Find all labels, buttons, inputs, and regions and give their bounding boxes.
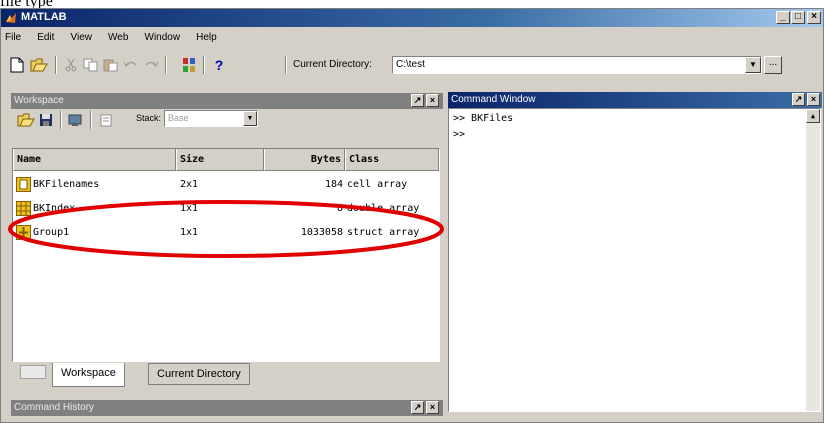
menu-file[interactable]: File xyxy=(3,31,23,44)
close-button[interactable]: × xyxy=(807,11,821,24)
paste-icon[interactable] xyxy=(101,55,121,75)
chevron-down-icon[interactable]: ▼ xyxy=(745,57,761,73)
variable-bytes: 184 xyxy=(324,179,343,190)
chevron-down-icon[interactable]: ▼ xyxy=(243,111,257,126)
current-directory-label: Current Directory: xyxy=(293,59,372,70)
command-line: >> BKFiles xyxy=(453,113,514,124)
menu-web[interactable]: Web xyxy=(106,31,130,44)
help-icon[interactable]: ? xyxy=(209,55,229,75)
maximize-button[interactable]: □ xyxy=(791,11,805,24)
command-prompt: >> xyxy=(453,129,466,140)
minimize-button[interactable]: _ xyxy=(776,11,790,24)
cut-icon[interactable] xyxy=(61,55,81,75)
workspace-pane-title[interactable]: Workspace ↗ × xyxy=(11,93,443,109)
command-window-scrollbar[interactable]: ▲ xyxy=(806,109,820,411)
variable-class: cell array xyxy=(347,179,408,190)
command-history-pane-title[interactable]: Command History ↗ × xyxy=(11,400,443,416)
table-row[interactable]: Group1 1x1 1033058 struct array xyxy=(13,221,439,245)
tab-current-directory[interactable]: Current Directory xyxy=(148,363,250,385)
menu-bar: File Edit View Web Window Help xyxy=(3,31,228,47)
undock-icon[interactable]: ↗ xyxy=(792,93,805,106)
tab-workspace[interactable]: Workspace xyxy=(52,363,125,387)
close-pane-icon[interactable]: × xyxy=(426,94,439,107)
cell-array-icon xyxy=(16,176,31,192)
title-bar[interactable]: MATLAB _ □ × xyxy=(1,9,823,27)
command-history-title-text: Command History xyxy=(14,402,95,413)
new-file-icon[interactable] xyxy=(7,55,27,75)
table-row[interactable]: BKFilenames 2x1 184 cell array xyxy=(13,173,439,197)
column-header-bytes[interactable]: Bytes xyxy=(264,149,345,171)
open-folder-icon[interactable] xyxy=(16,110,36,130)
stack-combo[interactable]: Base ▼ xyxy=(164,110,258,127)
variable-name: BKFilenames xyxy=(33,179,100,190)
copy-icon[interactable] xyxy=(81,55,101,75)
variable-class: double array xyxy=(347,203,420,214)
close-pane-icon[interactable]: × xyxy=(426,401,439,414)
menu-edit[interactable]: Edit xyxy=(35,31,56,44)
variable-size: 2x1 xyxy=(180,179,199,190)
browse-directory-button[interactable]: ... xyxy=(764,56,782,74)
main-toolbar: ? Current Directory: C:\test ▼ ... xyxy=(1,51,823,79)
matlab-logo-icon xyxy=(6,13,16,23)
variable-bytes: 8 xyxy=(336,203,343,214)
table-row[interactable]: BKIndex 1x1 8 double array xyxy=(13,197,439,221)
column-header-name[interactable]: Name xyxy=(13,149,176,171)
variable-size: 1x1 xyxy=(180,203,199,214)
table-header: Name Size Bytes Class xyxy=(13,149,439,171)
workspace-title-text: Workspace xyxy=(14,95,64,106)
column-header-class[interactable]: Class xyxy=(345,149,439,171)
tab-scroll-arrows[interactable] xyxy=(20,365,46,379)
command-window-pane-title[interactable]: Command Window ↗ × xyxy=(448,92,822,108)
undo-icon[interactable] xyxy=(121,55,141,75)
matrix-icon xyxy=(16,200,31,216)
command-window[interactable]: >> BKFiles >> ▲ xyxy=(448,108,821,412)
command-window-title-text: Command Window xyxy=(451,94,536,105)
menu-view[interactable]: View xyxy=(68,31,94,44)
undock-icon[interactable]: ↗ xyxy=(411,94,424,107)
redo-icon[interactable] xyxy=(141,55,161,75)
current-directory-value: C:\test xyxy=(396,59,425,70)
workspace-tabs: Workspace Current Directory xyxy=(12,363,440,389)
simulink-icon[interactable] xyxy=(179,55,199,75)
stack-label: Stack: xyxy=(136,113,162,123)
import-data-icon[interactable] xyxy=(66,110,86,130)
save-icon[interactable] xyxy=(36,110,56,130)
undock-icon[interactable]: ↗ xyxy=(411,401,424,414)
variable-name: Group1 xyxy=(33,227,70,238)
scroll-up-icon[interactable]: ▲ xyxy=(806,109,820,123)
variable-class: struct array xyxy=(347,227,420,238)
menu-help[interactable]: Help xyxy=(194,31,219,44)
open-folder-icon[interactable] xyxy=(29,55,49,75)
struct-icon xyxy=(16,224,31,240)
close-pane-icon[interactable]: × xyxy=(807,93,820,106)
variable-size: 1x1 xyxy=(180,227,199,238)
stack-value: Base xyxy=(168,113,189,123)
column-header-size[interactable]: Size xyxy=(176,149,264,171)
variable-name: BKIndex xyxy=(33,203,76,214)
caption-text: file type xyxy=(0,0,53,10)
variable-bytes: 1033058 xyxy=(300,227,343,238)
workspace-table: Name Size Bytes Class BKFilenames 2x1 18… xyxy=(12,148,440,362)
window-title: MATLAB xyxy=(21,11,67,23)
delete-variable-icon[interactable] xyxy=(96,110,116,130)
current-directory-combo[interactable]: C:\test ▼ xyxy=(392,56,762,74)
menu-window[interactable]: Window xyxy=(143,31,183,44)
